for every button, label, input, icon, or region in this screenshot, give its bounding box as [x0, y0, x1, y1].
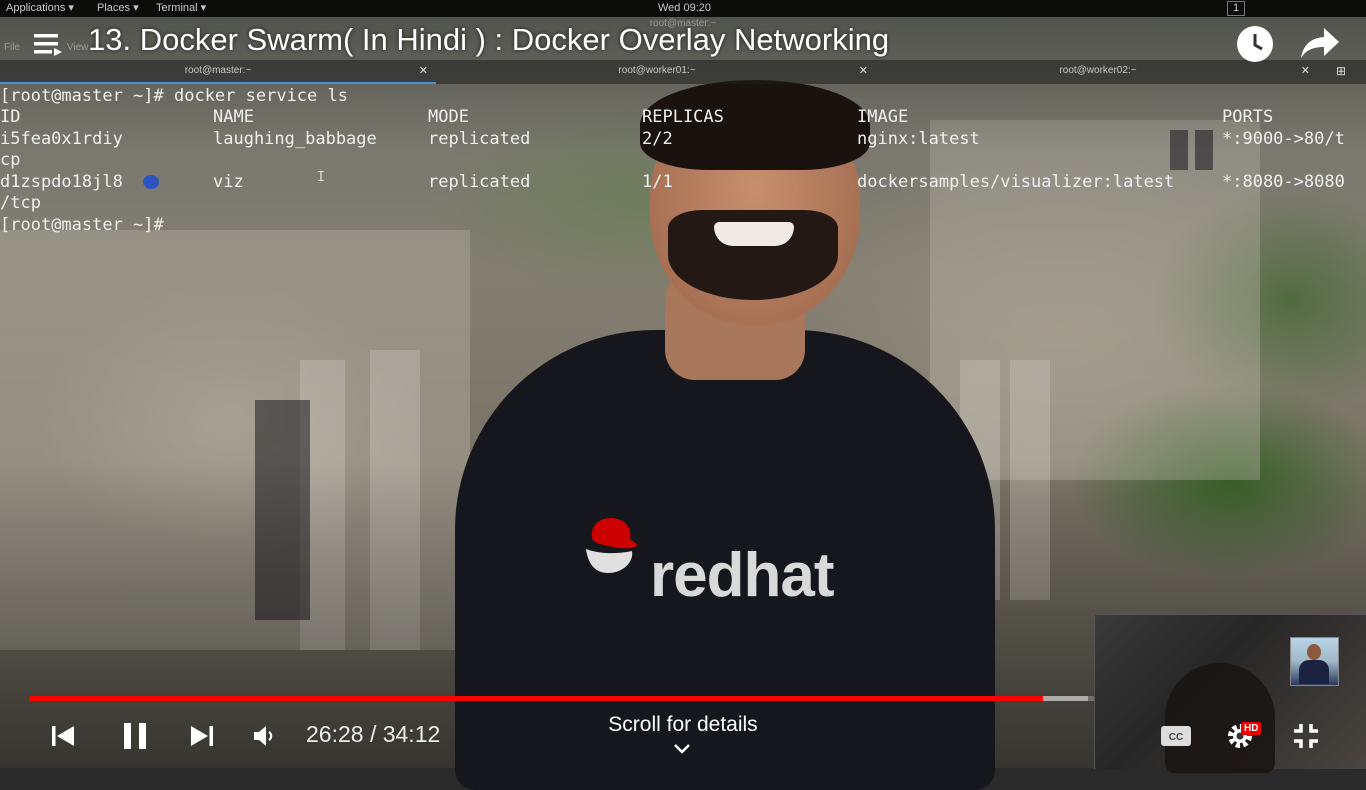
workspace-indicator[interactable]: 1	[1227, 1, 1245, 16]
exit-fullscreen-icon[interactable]	[1292, 722, 1320, 750]
cursor-blob-icon	[143, 175, 159, 189]
pause-icon[interactable]	[121, 721, 149, 751]
tab-master[interactable]: root@master:~ ✕	[0, 60, 436, 84]
new-tab-icon[interactable]: ⊞	[1336, 60, 1346, 82]
pip-person	[1165, 663, 1275, 773]
svg-text:CC: CC	[1169, 732, 1183, 743]
tab-label: root@worker02:~	[1059, 65, 1137, 76]
hd-badge: HD	[1241, 722, 1262, 735]
tab-label: root@worker01:~	[618, 65, 696, 76]
tab-label: root@master:~	[184, 65, 252, 76]
column-header-image: IMAGE	[857, 107, 909, 127]
thumbnail-face	[1307, 644, 1321, 660]
view-menu[interactable]: View	[67, 42, 89, 53]
progress-played	[29, 696, 1044, 701]
tab-worker01[interactable]: root@worker01:~ ✕	[438, 60, 876, 82]
column-header-replicas: REPLICAS	[642, 107, 724, 127]
service-image: dockersamples/visualizer:latest	[857, 172, 1175, 192]
column-header-id: ID	[0, 107, 21, 127]
service-id: i5fea0x1rdiy	[0, 129, 123, 149]
service-ports: *:9000->80/t	[1222, 129, 1345, 149]
close-icon[interactable]: ✕	[859, 60, 868, 82]
next-icon[interactable]	[189, 723, 215, 749]
presenter-smile	[714, 222, 794, 246]
terminal-tab-bar: root@master:~ ✕ root@worker01:~ ✕ root@w…	[0, 60, 1366, 84]
previous-icon[interactable]	[50, 723, 76, 749]
volume-icon[interactable]	[252, 724, 276, 748]
column-header-mode: MODE	[428, 107, 469, 127]
channel-thumbnail[interactable]	[1290, 637, 1339, 686]
service-replicas: 1/1	[642, 172, 673, 192]
service-ports: *:8080->8080	[1222, 172, 1345, 192]
service-ports-wrap: cp	[0, 150, 21, 170]
file-menu[interactable]: File	[4, 42, 20, 53]
share-icon[interactable]	[1300, 26, 1340, 60]
time-display: 26:28 / 34:12	[306, 721, 441, 747]
redhat-logo-icon	[586, 517, 638, 573]
scroll-for-details[interactable]: Scroll for details	[560, 713, 806, 737]
service-replicas: 2/2	[642, 129, 673, 149]
close-icon[interactable]: ✕	[1301, 60, 1310, 82]
service-image: nginx:latest	[857, 129, 980, 149]
terminal-prompt[interactable]: [root@master ~]#	[0, 215, 164, 236]
clock-icon[interactable]	[1236, 25, 1274, 63]
terminal-command-line: [root@master ~]# docker service ls	[0, 86, 348, 106]
video-title[interactable]: 13. Docker Swarm( In Hindi ) : Docker Ov…	[88, 22, 889, 58]
desktop-clock[interactable]: Wed 09:20	[658, 0, 711, 17]
service-mode: replicated	[428, 172, 531, 192]
service-name: viz	[213, 172, 244, 192]
terminal-menu[interactable]: Terminal ▾	[156, 0, 206, 17]
service-mode: replicated	[428, 129, 531, 149]
shirt-logo-text: redhat	[650, 541, 834, 610]
places-menu[interactable]: Places ▾	[97, 0, 139, 17]
service-id: d1zspdo18jl8	[0, 172, 123, 192]
menu-icon[interactable]	[32, 30, 62, 58]
applications-menu[interactable]: Applications ▾	[6, 0, 74, 17]
chevron-down-icon[interactable]	[673, 742, 691, 756]
service-name: laughing_babbage	[213, 129, 377, 149]
tab-worker02[interactable]: root@worker02:~ ✕	[878, 60, 1318, 82]
text-cursor-icon: I	[317, 170, 325, 185]
column-header-name: NAME	[213, 107, 254, 127]
service-ports-wrap: /tcp	[0, 193, 41, 213]
captions-icon[interactable]: CC	[1160, 724, 1192, 748]
thumbnail-shirt	[1299, 660, 1329, 684]
column-header-ports: PORTS	[1222, 107, 1274, 127]
desktop-top-bar: Applications ▾ Places ▾ Terminal ▾ Wed 0…	[0, 0, 1366, 17]
close-icon[interactable]: ✕	[419, 60, 428, 82]
